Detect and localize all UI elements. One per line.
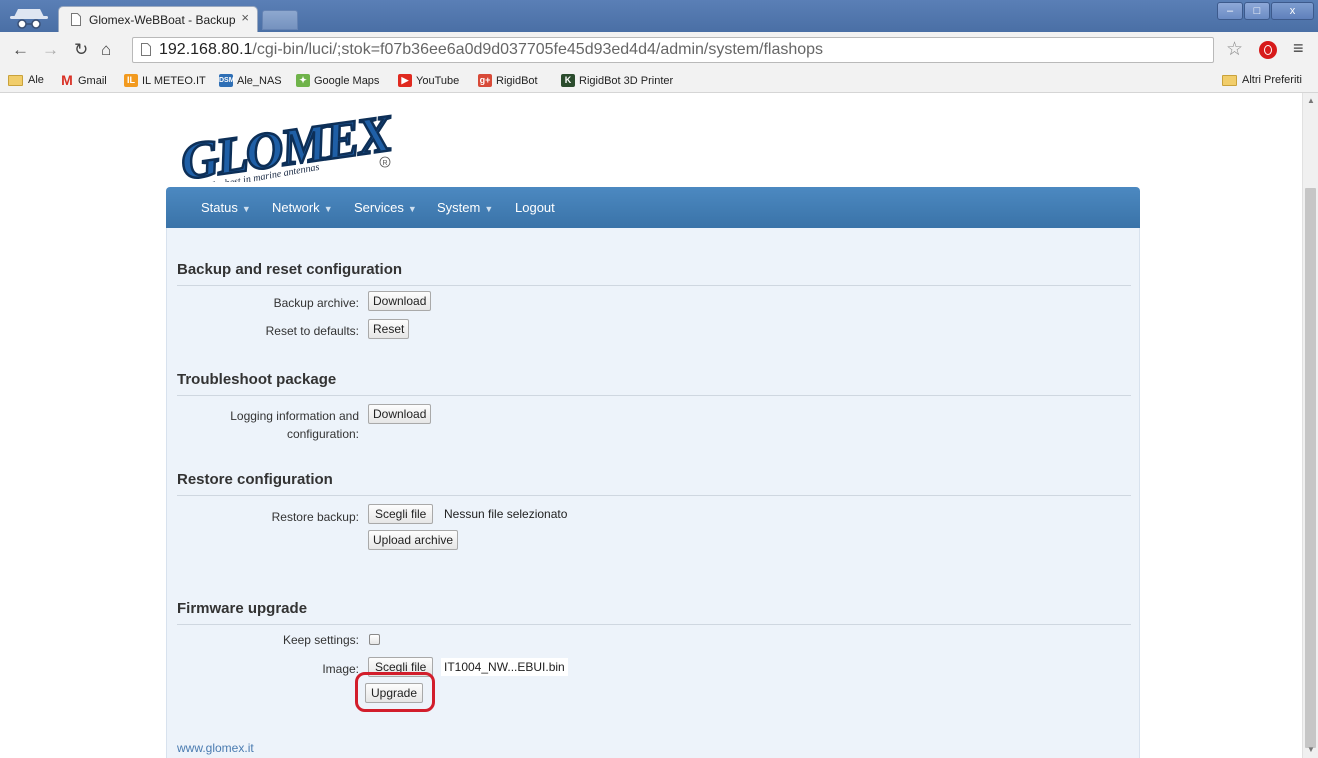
tab-title: Glomex-WeBBoat - Backup <box>89 13 236 27</box>
maps-icon: ✦ <box>296 74 310 87</box>
nav-services[interactable]: Services ▼ <box>354 200 417 215</box>
bookmark-other[interactable]: Altri Preferiti <box>1222 74 1302 86</box>
close-window-button[interactable]: x <box>1271 2 1314 20</box>
bookmark-maps[interactable]: ✦ Google Maps <box>296 74 379 87</box>
footer-glomex-link[interactable]: www.glomex.it <box>177 741 254 755</box>
upload-archive-button[interactable]: Upload archive <box>368 530 459 550</box>
maximize-button[interactable]: □ <box>1244 2 1270 20</box>
nav-logout[interactable]: Logout <box>515 200 555 215</box>
tab-close-icon[interactable]: × <box>241 10 249 25</box>
caret-down-icon: ▼ <box>323 204 333 214</box>
troubleshoot-download-button[interactable]: Download <box>368 404 432 424</box>
nas-icon: DSM <box>219 74 235 87</box>
window-controls: – □ x <box>1216 2 1314 22</box>
main-content: Backup and reset configuration Backup ar… <box>166 228 1140 758</box>
keep-settings-checkbox[interactable] <box>369 634 380 645</box>
minimize-button[interactable]: – <box>1217 2 1243 20</box>
restore-backup-label: Restore backup: <box>271 510 359 524</box>
browser-tab[interactable]: Glomex-WeBBoat - Backup × <box>58 6 258 32</box>
backup-archive-label: Backup archive: <box>273 296 359 310</box>
image-label: Image: <box>322 662 359 676</box>
restore-file-status: Nessun file selezionato <box>444 507 568 521</box>
url-host: 192.168.80.1 <box>159 41 253 58</box>
main-navbar: Status ▼ Network ▼ Services ▼ System ▼ Logou… <box>166 187 1140 228</box>
back-icon[interactable]: ← <box>12 40 29 60</box>
incognito-icon <box>10 9 48 29</box>
page-scrollbar[interactable]: ▲ ▼ <box>1302 93 1318 758</box>
bookmark-ale[interactable]: Ale <box>8 74 44 86</box>
section-title-firmware: Firmware upgrade <box>177 600 308 617</box>
address-bar[interactable]: 192.168.80.1/cgi-bin/luci/;stok=f07b36ee… <box>132 37 1214 63</box>
divider <box>177 395 1131 396</box>
menu-icon[interactable]: ≡ <box>1293 38 1304 59</box>
divider <box>177 495 1131 496</box>
svg-text:R: R <box>383 160 388 167</box>
caret-down-icon: ▼ <box>241 204 251 214</box>
keep-settings-label: Keep settings: <box>282 633 359 647</box>
bookmark-youtube[interactable]: ▶ YouTube <box>398 74 459 87</box>
restore-choose-file-button[interactable]: Scegli file <box>368 504 434 524</box>
glomex-logo: GLOMEX The best in marine antennas R <box>176 110 398 182</box>
forward-icon[interactable]: → <box>42 40 59 60</box>
extension-icon[interactable] <box>1259 41 1277 59</box>
scroll-up-icon[interactable]: ▲ <box>1307 96 1315 105</box>
caret-down-icon: ▼ <box>407 204 417 214</box>
scroll-thumb[interactable] <box>1305 188 1316 748</box>
section-title-backup: Backup and reset configuration <box>177 261 403 278</box>
youtube-icon: ▶ <box>398 74 412 87</box>
divider <box>177 624 1131 625</box>
bookmark-meteo[interactable]: IL IL METEO.IT <box>124 74 206 87</box>
logging-info-label-line2: configuration: <box>286 427 359 441</box>
nav-status[interactable]: Status ▼ <box>201 200 251 215</box>
url-text: 192.168.80.1/cgi-bin/luci/;stok=f07b36ee… <box>159 41 823 59</box>
folder-icon <box>1222 74 1237 86</box>
section-title-restore: Restore configuration <box>177 471 333 488</box>
section-title-troubleshoot: Troubleshoot package <box>177 371 337 388</box>
page-icon <box>71 13 81 26</box>
bookmarks-bar: Ale M Gmail IL IL METEO.IT DSM Ale_NAS ✦ Goo… <box>0 70 1318 93</box>
bookmark-nas[interactable]: DSM Ale_NAS <box>219 74 282 87</box>
google-plus-icon: g+ <box>478 74 492 87</box>
reload-icon[interactable]: ↻ <box>74 40 88 60</box>
scroll-down-icon[interactable]: ▼ <box>1307 745 1315 754</box>
page-viewport: GLOMEX The best in marine antennas R Sta… <box>0 93 1302 758</box>
bookmark-rigidbot-3d[interactable]: K RigidBot 3D Printer <box>561 74 673 87</box>
upgrade-highlight-annotation <box>355 672 435 712</box>
reset-defaults-label: Reset to defaults: <box>265 324 359 338</box>
new-tab-button[interactable] <box>262 10 298 30</box>
reset-button[interactable]: Reset <box>368 319 410 339</box>
bookmark-star-icon[interactable]: ☆ <box>1226 38 1243 61</box>
nav-system[interactable]: System ▼ <box>437 200 493 215</box>
caret-down-icon: ▼ <box>484 204 494 214</box>
url-path: /cgi-bin/luci/;stok=f07b36ee6a0d9d037705… <box>252 41 824 58</box>
page-icon <box>141 43 151 56</box>
home-icon[interactable]: ⌂ <box>101 40 111 60</box>
rigidbot-icon: K <box>561 74 575 87</box>
logging-info-label-line1: Logging information and <box>230 409 359 423</box>
gmail-icon: M <box>61 72 73 88</box>
browser-titlebar: Glomex-WeBBoat - Backup × – □ x <box>0 0 1318 32</box>
bookmark-gmail[interactable]: M Gmail <box>60 72 107 88</box>
nav-network[interactable]: Network ▼ <box>272 200 333 215</box>
bookmark-rigidbot[interactable]: g+ RigidBot <box>478 74 538 87</box>
folder-icon <box>8 74 23 86</box>
image-file-name: IT1004_NW...EBUI.bin <box>441 658 568 676</box>
divider <box>177 285 1131 286</box>
backup-download-button[interactable]: Download <box>368 291 432 311</box>
browser-toolbar: ← → ↻ ⌂ 192.168.80.1/cgi-bin/luci/;stok=… <box>0 32 1318 70</box>
meteo-icon: IL <box>124 74 138 87</box>
